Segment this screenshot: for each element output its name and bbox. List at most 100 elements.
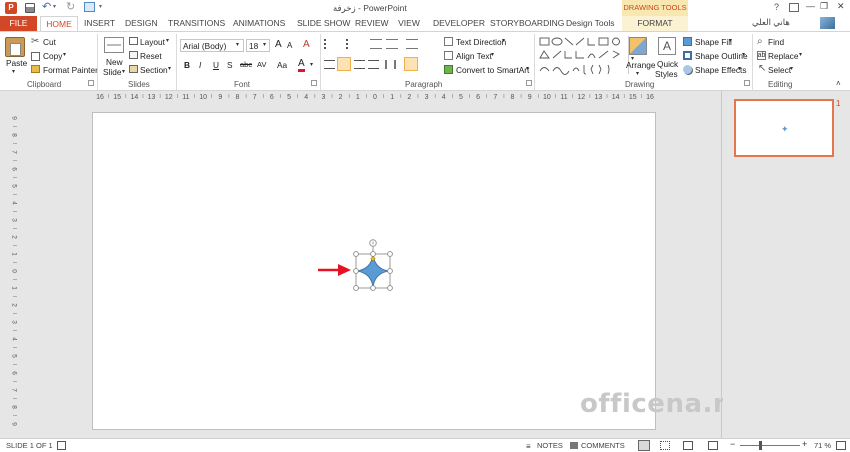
save-icon[interactable]	[25, 3, 35, 13]
text-shadow-button[interactable]: S	[227, 60, 233, 70]
reset-icon[interactable]	[129, 51, 138, 59]
tab-design[interactable]: DESIGN	[125, 16, 158, 31]
drawing-launcher-icon[interactable]	[744, 80, 750, 86]
convert-smartart-button[interactable]: Convert to SmartArt	[456, 65, 529, 75]
select-button[interactable]: Select	[768, 65, 791, 75]
replace-icon[interactable]: ab	[757, 51, 766, 60]
numbering-icon[interactable]	[346, 39, 358, 49]
slide-sorter-icon[interactable]	[660, 441, 670, 450]
paste-button[interactable]: Paste	[6, 58, 27, 68]
clipboard-launcher-icon[interactable]	[88, 80, 94, 86]
quick-styles-label-line2[interactable]: Styles	[655, 69, 678, 79]
tab-home[interactable]: HOME	[40, 16, 78, 31]
copy-icon[interactable]	[31, 52, 40, 61]
minimize-button[interactable]: —	[806, 1, 815, 11]
layout-icon[interactable]	[129, 37, 138, 45]
align-center-icon[interactable]	[337, 57, 351, 71]
layout-button[interactable]: Layout	[140, 37, 165, 47]
font-name-chevron-down-icon[interactable]: ▾	[236, 41, 239, 48]
slide-thumbnail[interactable]: ✦	[734, 99, 834, 157]
zoom-slider[interactable]	[740, 445, 800, 446]
align-right-icon[interactable]	[354, 60, 365, 69]
zoom-level[interactable]: 71 %	[814, 441, 831, 450]
close-button[interactable]: ✕	[837, 1, 845, 12]
shape-effects-icon[interactable]	[683, 65, 692, 74]
text-direction-button[interactable]: Text Direction	[456, 37, 506, 47]
copy-button[interactable]: Copy	[43, 51, 62, 61]
tab-transitions[interactable]: TRANSITIONS	[168, 16, 225, 31]
normal-view-icon[interactable]	[638, 440, 650, 451]
user-avatar[interactable]	[820, 17, 835, 29]
align-left-icon[interactable]	[324, 60, 335, 69]
shapes-gallery[interactable]	[538, 36, 626, 78]
font-name-dropdown[interactable]: Arial (Body)	[180, 39, 244, 52]
justify-icon[interactable]	[368, 60, 379, 69]
underline-button[interactable]: U	[213, 60, 219, 70]
customize-qat-icon[interactable]: ▾	[99, 3, 102, 10]
align-text-icon[interactable]	[444, 51, 453, 60]
zoom-out-icon[interactable]: −	[730, 439, 735, 449]
copy-dropdown-icon[interactable]: ▾	[63, 51, 66, 58]
paragraph-launcher-icon[interactable]	[526, 80, 532, 86]
decrease-indent-icon[interactable]	[370, 39, 382, 49]
spelling-icon[interactable]	[57, 441, 66, 450]
reset-button[interactable]: Reset	[140, 51, 162, 61]
zoom-slider-thumb[interactable]	[759, 441, 763, 450]
align-text-dropdown-icon[interactable]: ▾	[491, 51, 494, 58]
cut-icon[interactable]: ✂	[31, 36, 39, 47]
tab-file[interactable]: FILE	[0, 16, 37, 31]
character-spacing-button[interactable]: AV	[257, 60, 266, 70]
presentation-icon[interactable]	[84, 2, 95, 12]
bullets-icon[interactable]	[324, 39, 336, 49]
font-launcher-icon[interactable]	[311, 80, 317, 86]
tab-review[interactable]: REVIEW	[355, 16, 389, 31]
quick-styles-icon[interactable]: A	[658, 37, 676, 55]
undo-dropdown-icon[interactable]: ▾	[53, 3, 56, 10]
section-button[interactable]: Section	[140, 65, 168, 75]
shape-outline-dropdown-icon[interactable]: ▾	[742, 51, 745, 58]
format-painter-icon[interactable]	[31, 65, 40, 73]
tab-slide-show[interactable]: SLIDE SHOW	[297, 16, 350, 31]
text-direction-icon[interactable]	[444, 37, 453, 46]
columns-icon[interactable]	[385, 60, 396, 69]
replace-dropdown-icon[interactable]: ▾	[799, 51, 802, 58]
arrange-button[interactable]: Arrange	[626, 60, 656, 70]
shape-effects-dropdown-icon[interactable]: ▾	[738, 65, 741, 72]
help-icon[interactable]: ?	[774, 2, 779, 12]
new-slide-label-line2[interactable]: Slide	[103, 67, 121, 77]
font-color-button[interactable]: A	[298, 59, 305, 72]
tab-format[interactable]: FORMAT	[622, 16, 688, 31]
redo-icon[interactable]: ↻	[66, 0, 75, 13]
notes-button[interactable]: NOTES	[537, 441, 563, 450]
arrange-dropdown-icon[interactable]: ▾	[636, 70, 639, 77]
tab-design-tools[interactable]: Design Tools	[566, 16, 615, 31]
undo-icon[interactable]: ↶	[42, 0, 51, 13]
section-icon[interactable]	[129, 65, 138, 73]
ribbon-display-icon[interactable]	[789, 3, 799, 12]
section-dropdown-icon[interactable]: ▾	[168, 65, 171, 72]
reading-view-icon[interactable]	[683, 441, 693, 450]
fit-slide-icon[interactable]	[836, 441, 846, 450]
align-text-button[interactable]: Align Text	[456, 51, 492, 61]
arrange-icon[interactable]	[629, 37, 647, 55]
italic-button[interactable]: I	[199, 60, 201, 70]
vertical-ruler[interactable]: 9 8 7 6 5 4 3 2 1 0 1 2 3 4 5 6 7 8 9	[10, 110, 20, 432]
strikethrough-button[interactable]: abc	[240, 60, 252, 70]
restore-button[interactable]: ❐	[820, 1, 828, 12]
user-name[interactable]: هاني العلي	[752, 17, 790, 28]
line-spacing-icon[interactable]	[406, 39, 418, 49]
slideshow-view-icon[interactable]	[708, 441, 718, 450]
increase-indent-icon[interactable]	[386, 39, 398, 49]
tab-insert[interactable]: INSERT	[84, 16, 115, 31]
powerpoint-logo-icon[interactable]: P	[5, 2, 17, 14]
replace-button[interactable]: Replace	[768, 51, 798, 61]
rtl-direction-icon[interactable]	[404, 57, 418, 71]
find-button[interactable]: Find	[768, 37, 784, 47]
shape-outline-button[interactable]: Shape Outline	[695, 51, 748, 61]
change-case-button[interactable]: Aa	[277, 60, 287, 70]
layout-dropdown-icon[interactable]: ▾	[166, 37, 169, 44]
shape-fill-icon[interactable]	[683, 37, 692, 46]
selected-shape[interactable]	[350, 236, 396, 294]
new-slide-dropdown-icon[interactable]: ▾	[122, 68, 125, 75]
paste-icon[interactable]	[5, 37, 25, 57]
